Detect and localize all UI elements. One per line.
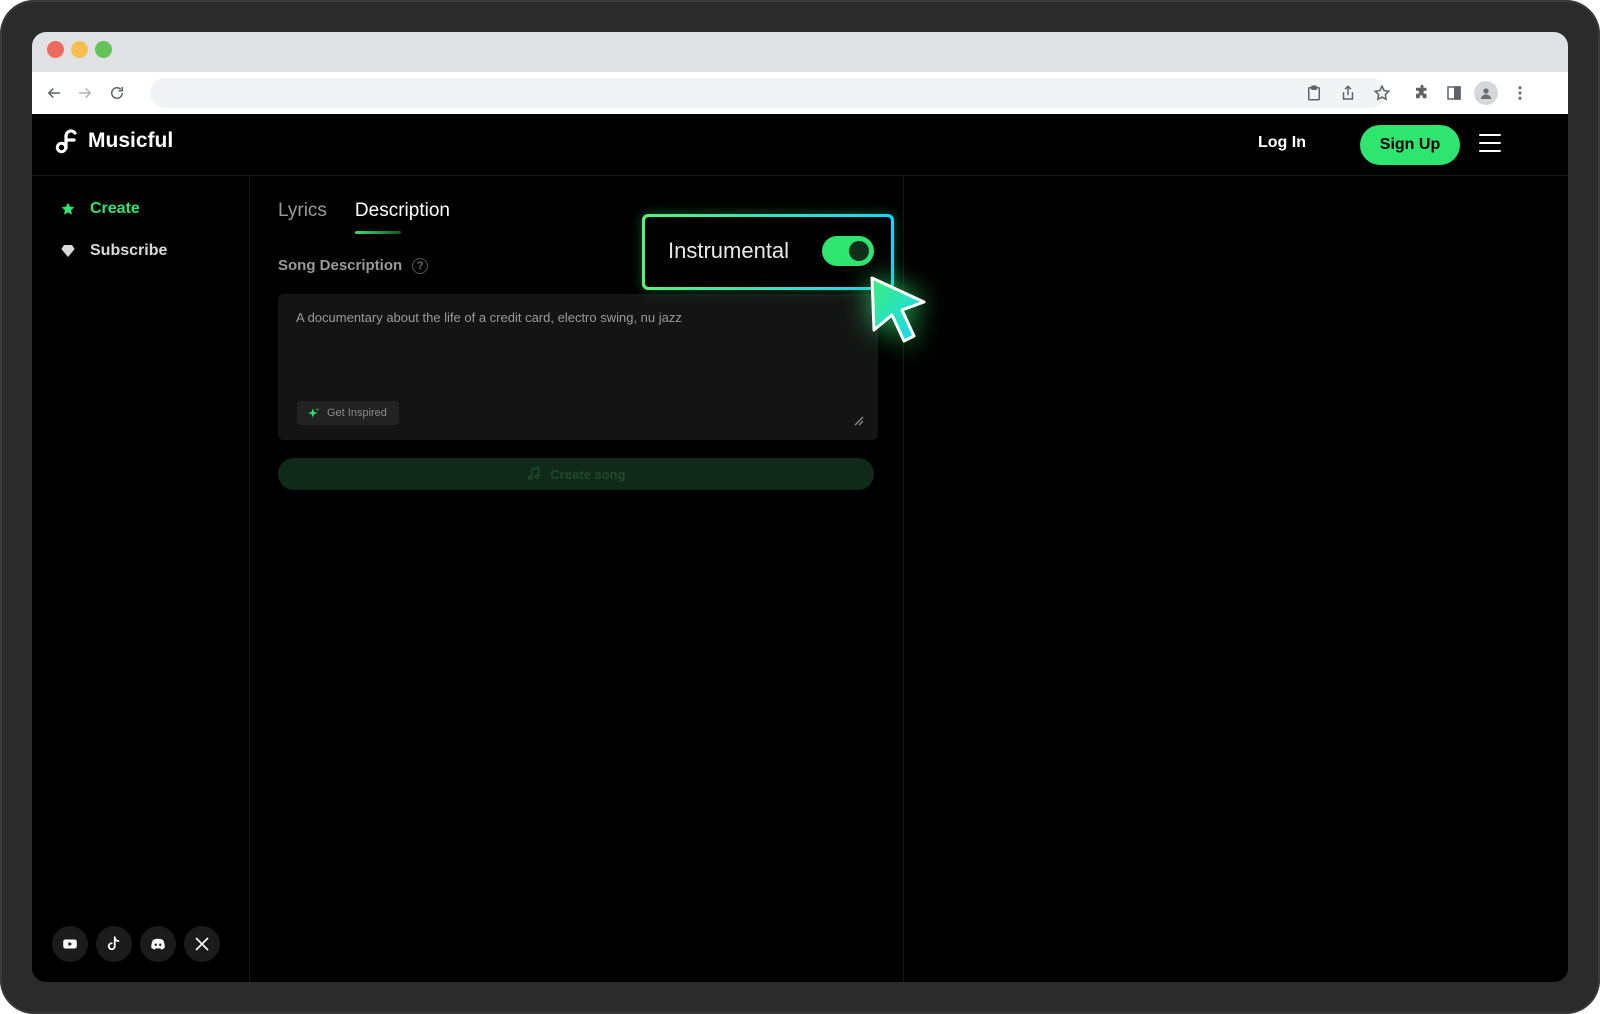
sidebar-item-create[interactable]: Create (60, 200, 140, 218)
device-frame: Musicful Log In Sign Up Create Subscribe (0, 0, 1600, 1014)
song-description-heading: Song Description ? (278, 257, 429, 274)
pointer-cursor-icon (870, 276, 926, 343)
get-inspired-button[interactable]: Get Inspired (297, 401, 399, 425)
address-bar[interactable] (150, 78, 1386, 108)
reload-icon (111, 87, 123, 99)
tiktok-link[interactable] (96, 926, 132, 962)
arrow-left-icon (47, 87, 60, 99)
side-panel-button[interactable] (1444, 83, 1464, 103)
menu-line (1479, 142, 1501, 144)
discord-link[interactable] (140, 926, 176, 962)
tab-description[interactable]: Description (354, 200, 450, 234)
musicful-logo-icon (55, 129, 77, 154)
star-outline-icon (1373, 84, 1391, 101)
brand-logo[interactable]: Musicful (54, 128, 173, 154)
side-panel-icon (1447, 86, 1461, 100)
profile-avatar[interactable] (1474, 81, 1498, 105)
toggle-knob (849, 241, 869, 261)
clipboard-icon (1308, 85, 1320, 101)
instrumental-callout: Instrumental (642, 214, 894, 290)
close-window-button[interactable] (47, 41, 64, 58)
browser-titlebar (32, 32, 1568, 72)
create-panel: Lyrics Description Song Description ? A … (250, 176, 904, 982)
x-icon (195, 937, 209, 951)
back-button[interactable] (43, 82, 65, 104)
minimize-window-button[interactable] (71, 41, 88, 58)
diamond-icon (61, 245, 75, 257)
menu-line (1479, 134, 1501, 136)
tab-lyrics[interactable]: Lyrics (278, 200, 327, 234)
song-description-label: Song Description (278, 257, 403, 274)
sparkle-icon (308, 407, 320, 418)
tiktok-icon (107, 936, 120, 951)
create-song-button[interactable]: Create song (278, 458, 874, 490)
song-description-box: A documentary about the life of a credit… (278, 294, 878, 440)
star-icon (61, 202, 75, 215)
youtube-link[interactable] (52, 926, 88, 962)
sidebar-item-label: Create (90, 200, 140, 217)
puzzle-icon (1416, 84, 1427, 99)
get-inspired-label: Get Inspired (327, 407, 387, 419)
clipboard-button[interactable] (1304, 83, 1324, 103)
help-icon[interactable]: ? (412, 257, 429, 274)
share-icon (1342, 85, 1354, 100)
sidebar-item-label: Subscribe (90, 242, 168, 259)
menu-line (1479, 150, 1501, 152)
user-icon (1480, 88, 1492, 99)
instrumental-toggle[interactable] (822, 236, 874, 266)
discord-icon (151, 938, 165, 950)
resize-handle-icon[interactable] (852, 414, 864, 426)
share-button[interactable] (1338, 83, 1358, 103)
extensions-button[interactable] (1412, 83, 1432, 103)
app-header: Musicful Log In Sign Up (32, 114, 1568, 176)
sidebar: Create Subscribe (32, 176, 250, 982)
create-song-label: Create song (550, 466, 626, 482)
music-note-icon (528, 467, 540, 481)
login-link[interactable]: Log In (1258, 134, 1306, 152)
browser-toolbar (32, 72, 1568, 114)
hamburger-menu-button[interactable] (1479, 134, 1501, 154)
signup-button[interactable]: Sign Up (1360, 125, 1460, 165)
instrumental-box: Instrumental (645, 217, 891, 287)
social-links (52, 926, 220, 962)
tab-bar: Lyrics Description (278, 200, 450, 234)
kebab-menu-icon (1518, 86, 1522, 100)
bookmark-button[interactable] (1372, 83, 1392, 103)
instrumental-label: Instrumental (668, 238, 790, 263)
reload-button[interactable] (106, 82, 128, 104)
youtube-icon (63, 939, 77, 949)
x-link[interactable] (184, 926, 220, 962)
browser-menu-button[interactable] (1510, 83, 1530, 103)
forward-button[interactable] (74, 82, 96, 104)
maximize-window-button[interactable] (95, 41, 112, 58)
sidebar-item-subscribe[interactable]: Subscribe (60, 242, 167, 260)
brand-name: Musicful (88, 129, 174, 152)
arrow-right-icon (79, 87, 92, 99)
screen: Musicful Log In Sign Up Create Subscribe (32, 32, 1568, 982)
